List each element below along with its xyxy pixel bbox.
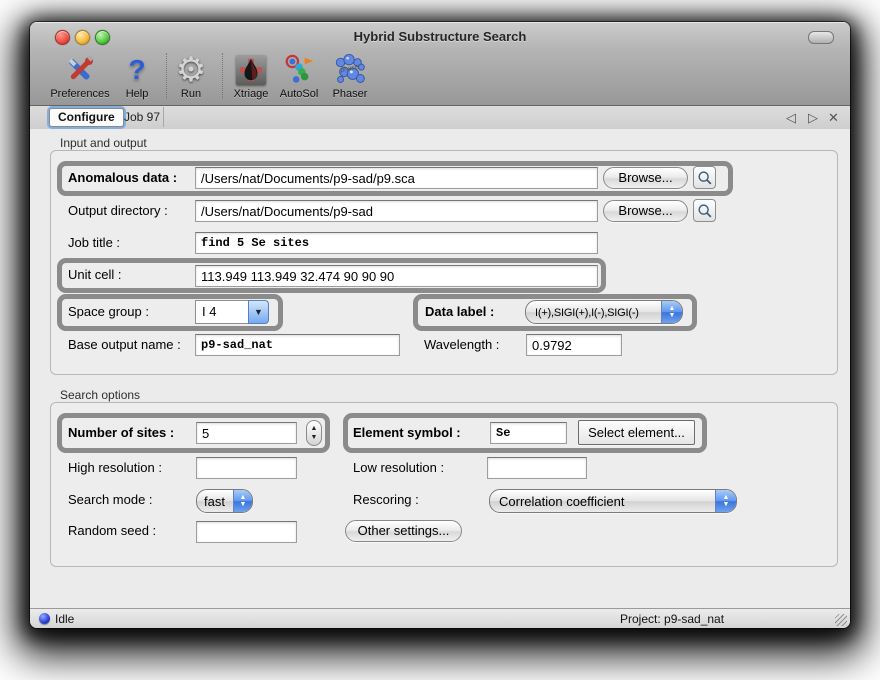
high-res-label: High resolution : bbox=[68, 459, 162, 477]
magnifier-icon bbox=[696, 202, 714, 220]
configure-panel: Input and output Anomalous data : Browse… bbox=[30, 129, 850, 608]
other-settings-button[interactable]: Other settings... bbox=[345, 520, 462, 542]
tab-separator bbox=[163, 107, 164, 127]
wavelength-label: Wavelength : bbox=[424, 336, 499, 354]
preferences-button[interactable]: Preferences bbox=[48, 52, 112, 104]
run-label: Run bbox=[169, 88, 213, 100]
window-title: Hybrid Substructure Search bbox=[30, 29, 850, 44]
select-element-button[interactable]: Select element... bbox=[578, 420, 695, 445]
num-sites-stepper[interactable]: ▲▼ bbox=[306, 420, 322, 446]
preview-anomalous-button[interactable] bbox=[693, 166, 716, 189]
output-dir-input[interactable] bbox=[195, 200, 598, 222]
space-group-value[interactable]: I 4 bbox=[195, 300, 248, 324]
space-group-label: Space group : bbox=[68, 303, 149, 321]
help-icon: ? bbox=[115, 52, 159, 88]
wavelength-input[interactable] bbox=[526, 334, 622, 356]
phaser-icon: phaser bbox=[327, 52, 373, 88]
io-section-title: Input and output bbox=[60, 136, 147, 150]
xtriage-button[interactable]: Xtriage bbox=[226, 52, 276, 104]
data-label-value: I(+),SIGI(+),I(-),SIGI(-) bbox=[535, 301, 639, 323]
run-button[interactable]: ⚙ Run bbox=[169, 52, 213, 104]
toolbar-toggle-button[interactable] bbox=[808, 31, 834, 44]
preview-output-dir-button[interactable] bbox=[693, 199, 716, 222]
help-label: Help bbox=[115, 88, 159, 100]
status-bar: Idle Project: p9-sad_nat bbox=[30, 608, 850, 628]
element-symbol-label: Element symbol : bbox=[353, 424, 461, 442]
random-seed-input[interactable] bbox=[196, 521, 297, 543]
anomalous-data-label: Anomalous data : bbox=[68, 169, 177, 187]
rescoring-popup[interactable]: Correlation coefficient ▲▼ bbox=[489, 489, 737, 513]
title-bar[interactable]: Hybrid Substructure Search bbox=[30, 22, 850, 50]
job-title-input[interactable] bbox=[195, 232, 598, 254]
num-sites-input[interactable] bbox=[196, 422, 297, 444]
resize-grip[interactable] bbox=[835, 614, 847, 626]
phaser-button[interactable]: phaser Phaser bbox=[327, 52, 373, 104]
search-section-title: Search options bbox=[60, 388, 140, 402]
search-mode-popup[interactable]: fast ▲▼ bbox=[196, 489, 253, 513]
autosol-label: AutoSol bbox=[275, 88, 323, 100]
search-mode-label: Search mode : bbox=[68, 491, 153, 509]
close-tab-icon[interactable]: ✕ bbox=[828, 109, 839, 126]
toolbar-separator bbox=[166, 53, 167, 99]
tab-job-97[interactable]: Job 97 bbox=[120, 109, 164, 126]
data-label-popup[interactable]: I(+),SIGI(+),I(-),SIGI(-) ▲▼ bbox=[525, 300, 683, 324]
output-dir-label: Output directory : bbox=[68, 202, 168, 220]
job-title-label: Job title : bbox=[68, 234, 120, 252]
help-button[interactable]: ? Help bbox=[115, 52, 159, 104]
autosol-button[interactable]: AutoSol bbox=[275, 52, 323, 104]
anomalous-data-input[interactable] bbox=[195, 167, 598, 189]
popup-stepper-icon: ▲▼ bbox=[715, 490, 736, 512]
random-seed-label: Random seed : bbox=[68, 522, 156, 540]
element-symbol-input[interactable] bbox=[490, 422, 567, 444]
rescoring-label: Rescoring : bbox=[353, 491, 419, 509]
toolbar: Preferences ? Help ⚙ Run bbox=[30, 50, 850, 106]
low-res-input[interactable] bbox=[487, 457, 587, 479]
popup-stepper-icon: ▲▼ bbox=[661, 301, 682, 323]
browse-output-dir-button[interactable]: Browse... bbox=[603, 200, 688, 222]
low-res-label: Low resolution : bbox=[353, 459, 444, 477]
next-tab-icon[interactable]: ▷ bbox=[808, 109, 818, 126]
high-res-input[interactable] bbox=[196, 457, 297, 479]
unit-cell-input[interactable] bbox=[195, 265, 598, 287]
preferences-label: Preferences bbox=[48, 88, 112, 100]
preferences-icon bbox=[48, 52, 112, 88]
rescoring-value: Correlation coefficient bbox=[499, 490, 625, 512]
project-text: Project: p9-sad_nat bbox=[620, 612, 724, 626]
popup-stepper-icon: ▲▼ bbox=[233, 490, 252, 512]
xtriage-label: Xtriage bbox=[226, 88, 276, 100]
space-group-dropdown-icon[interactable]: ▼ bbox=[248, 300, 269, 324]
num-sites-label: Number of sites : bbox=[68, 424, 174, 442]
app-window: Hybrid Substructure Search Preferences ?… bbox=[30, 22, 850, 628]
autosol-icon bbox=[275, 52, 323, 88]
base-output-label: Base output name : bbox=[68, 336, 181, 354]
status-orb-icon bbox=[39, 613, 50, 624]
phaser-label: Phaser bbox=[327, 88, 373, 100]
search-mode-value: fast bbox=[204, 490, 225, 512]
base-output-input[interactable] bbox=[195, 334, 400, 356]
tab-configure[interactable]: Configure bbox=[49, 108, 124, 127]
tab-bar: Configure Job 97 ◁ ▷ ✕ bbox=[30, 106, 850, 130]
toolbar-separator bbox=[222, 53, 223, 99]
run-gear-icon: ⚙ bbox=[169, 52, 213, 88]
status-text: Idle bbox=[55, 612, 74, 626]
browse-anomalous-button[interactable]: Browse... bbox=[603, 167, 688, 189]
data-label-label: Data label : bbox=[425, 303, 494, 321]
xtriage-icon bbox=[226, 52, 276, 88]
magnifier-icon bbox=[696, 169, 714, 187]
unit-cell-label: Unit cell : bbox=[68, 266, 121, 284]
prev-tab-icon[interactable]: ◁ bbox=[786, 109, 796, 126]
